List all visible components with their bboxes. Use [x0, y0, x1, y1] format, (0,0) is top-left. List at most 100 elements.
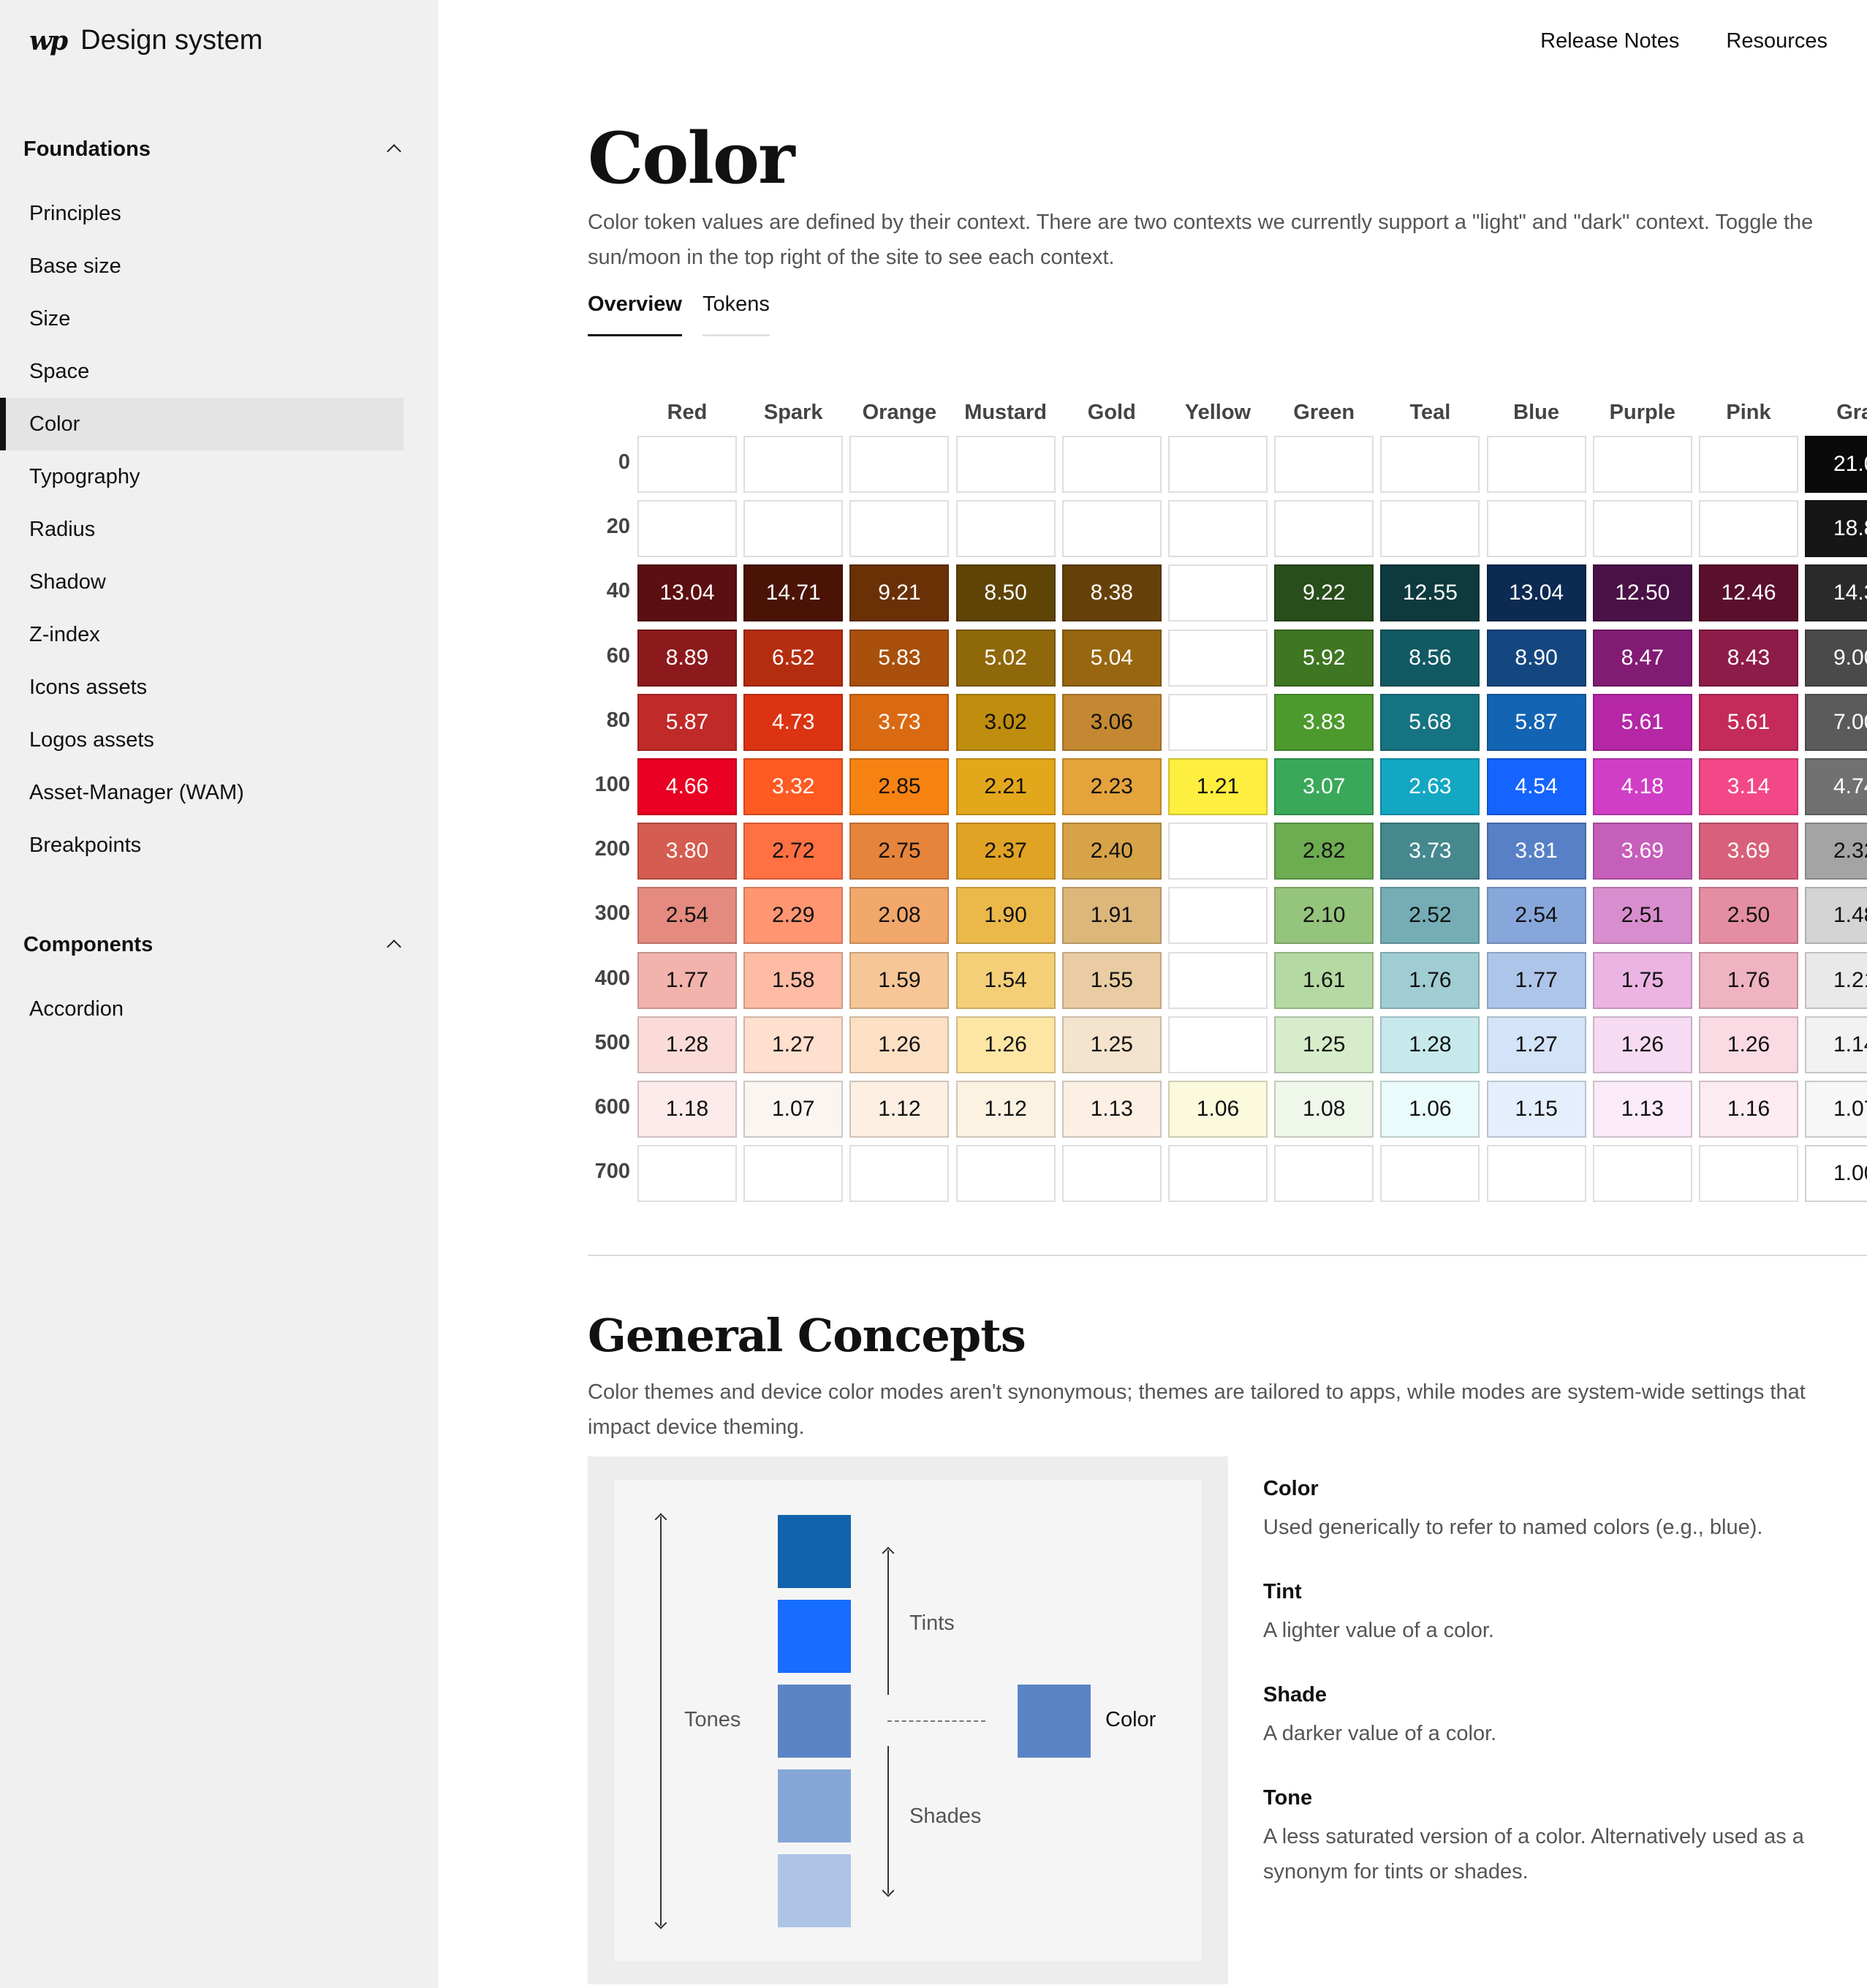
- color-swatch-gold-600[interactable]: 1.13: [1061, 1081, 1162, 1138]
- color-swatch-gold-0[interactable]: [1061, 436, 1162, 493]
- color-swatch-spark-80[interactable]: 4.73: [743, 693, 844, 751]
- color-swatch-red-80[interactable]: 5.87: [637, 693, 737, 751]
- color-swatch-orange-500[interactable]: 1.26: [849, 1016, 950, 1073]
- color-swatch-yellow-400[interactable]: [1168, 951, 1268, 1009]
- color-swatch-pink-20[interactable]: [1699, 500, 1798, 558]
- color-swatch-teal-600[interactable]: 1.06: [1380, 1081, 1480, 1138]
- color-swatch-gold-60[interactable]: 5.04: [1061, 629, 1162, 687]
- color-swatch-spark-40[interactable]: 14.71: [743, 564, 844, 622]
- color-swatch-yellow-80[interactable]: [1168, 693, 1268, 751]
- sidebar-item-typography[interactable]: Typography: [0, 450, 404, 503]
- color-swatch-purple-20[interactable]: [1592, 500, 1692, 558]
- color-swatch-green-20[interactable]: [1274, 500, 1374, 558]
- color-swatch-green-100[interactable]: 3.07: [1274, 758, 1374, 815]
- color-swatch-mustard-300[interactable]: 1.90: [955, 887, 1056, 945]
- color-swatch-yellow-40[interactable]: [1168, 564, 1268, 622]
- color-swatch-orange-60[interactable]: 5.83: [849, 629, 950, 687]
- color-swatch-yellow-600[interactable]: 1.06: [1168, 1081, 1268, 1138]
- color-swatch-red-500[interactable]: 1.28: [637, 1016, 737, 1073]
- color-swatch-blue-0[interactable]: [1486, 436, 1586, 493]
- sidebar-item-principles[interactable]: Principles: [0, 187, 404, 240]
- color-swatch-gray-700[interactable]: 1.00: [1805, 1145, 1867, 1203]
- color-swatch-pink-600[interactable]: 1.16: [1699, 1081, 1798, 1138]
- color-swatch-gray-400[interactable]: 1.21: [1805, 951, 1867, 1009]
- color-swatch-spark-200[interactable]: 2.72: [743, 823, 844, 880]
- color-swatch-gray-100[interactable]: 4.74: [1805, 758, 1867, 815]
- color-swatch-orange-300[interactable]: 2.08: [849, 887, 950, 945]
- color-swatch-purple-200[interactable]: 3.69: [1592, 823, 1692, 880]
- color-swatch-blue-600[interactable]: 1.15: [1486, 1081, 1586, 1138]
- color-swatch-green-400[interactable]: 1.61: [1274, 951, 1374, 1009]
- color-swatch-orange-40[interactable]: 9.21: [849, 564, 950, 622]
- sidebar-item-breakpoints[interactable]: Breakpoints: [0, 819, 404, 872]
- sidebar-item-asset-manager[interactable]: Asset-Manager (WAM): [0, 766, 404, 819]
- color-swatch-red-400[interactable]: 1.77: [637, 951, 737, 1009]
- color-swatch-yellow-300[interactable]: [1168, 887, 1268, 945]
- color-swatch-purple-40[interactable]: 12.50: [1592, 564, 1692, 622]
- color-swatch-purple-500[interactable]: 1.26: [1592, 1016, 1692, 1073]
- components-section-toggle[interactable]: Components: [23, 923, 404, 967]
- color-swatch-spark-0[interactable]: [743, 436, 844, 493]
- sidebar-item-icons-assets[interactable]: Icons assets: [0, 661, 404, 714]
- color-swatch-purple-300[interactable]: 2.51: [1592, 887, 1692, 945]
- color-swatch-pink-40[interactable]: 12.46: [1699, 564, 1798, 622]
- color-swatch-teal-60[interactable]: 8.56: [1380, 629, 1480, 687]
- color-swatch-spark-100[interactable]: 3.32: [743, 758, 844, 815]
- color-swatch-teal-80[interactable]: 5.68: [1380, 693, 1480, 751]
- color-swatch-gray-300[interactable]: 1.48: [1805, 887, 1867, 945]
- color-swatch-mustard-80[interactable]: 3.02: [955, 693, 1056, 751]
- color-swatch-red-100[interactable]: 4.66: [637, 758, 737, 815]
- color-swatch-purple-80[interactable]: 5.61: [1592, 693, 1692, 751]
- sidebar-item-radius[interactable]: Radius: [0, 503, 404, 556]
- color-swatch-orange-80[interactable]: 3.73: [849, 693, 950, 751]
- color-swatch-gold-700[interactable]: [1061, 1145, 1162, 1203]
- color-swatch-gold-300[interactable]: 1.91: [1061, 887, 1162, 945]
- color-swatch-red-600[interactable]: 1.18: [637, 1081, 737, 1138]
- color-swatch-teal-200[interactable]: 3.73: [1380, 823, 1480, 880]
- color-swatch-blue-60[interactable]: 8.90: [1486, 629, 1586, 687]
- color-swatch-purple-60[interactable]: 8.47: [1592, 629, 1692, 687]
- color-swatch-green-700[interactable]: [1274, 1145, 1374, 1203]
- color-swatch-gray-500[interactable]: 1.14: [1805, 1016, 1867, 1073]
- sidebar-item-logos-assets[interactable]: Logos assets: [0, 714, 404, 766]
- color-swatch-gold-80[interactable]: 3.06: [1061, 693, 1162, 751]
- color-swatch-orange-0[interactable]: [849, 436, 950, 493]
- color-swatch-yellow-200[interactable]: [1168, 823, 1268, 880]
- color-swatch-gold-100[interactable]: 2.23: [1061, 758, 1162, 815]
- color-swatch-blue-700[interactable]: [1486, 1145, 1586, 1203]
- color-swatch-purple-0[interactable]: [1592, 436, 1692, 493]
- color-swatch-green-500[interactable]: 1.25: [1274, 1016, 1374, 1073]
- color-swatch-gold-200[interactable]: 2.40: [1061, 823, 1162, 880]
- color-swatch-green-80[interactable]: 3.83: [1274, 693, 1374, 751]
- color-swatch-mustard-500[interactable]: 1.26: [955, 1016, 1056, 1073]
- sidebar-item-base-size[interactable]: Base size: [0, 240, 404, 292]
- color-swatch-spark-700[interactable]: [743, 1145, 844, 1203]
- color-swatch-green-40[interactable]: 9.22: [1274, 564, 1374, 622]
- sidebar-item-z-index[interactable]: Z-index: [0, 608, 404, 661]
- sidebar-item-size[interactable]: Size: [0, 292, 404, 345]
- color-swatch-teal-20[interactable]: [1380, 500, 1480, 558]
- color-swatch-orange-400[interactable]: 1.59: [849, 951, 950, 1009]
- color-swatch-pink-100[interactable]: 3.14: [1699, 758, 1798, 815]
- color-swatch-orange-100[interactable]: 2.85: [849, 758, 950, 815]
- sidebar-item-shadow[interactable]: Shadow: [0, 556, 404, 608]
- color-swatch-purple-700[interactable]: [1592, 1145, 1692, 1203]
- color-swatch-yellow-20[interactable]: [1168, 500, 1268, 558]
- color-swatch-pink-400[interactable]: 1.76: [1699, 951, 1798, 1009]
- color-swatch-gray-600[interactable]: 1.07: [1805, 1081, 1867, 1138]
- color-swatch-green-0[interactable]: [1274, 436, 1374, 493]
- color-swatch-gray-0[interactable]: 21.0: [1805, 436, 1867, 493]
- color-swatch-pink-500[interactable]: 1.26: [1699, 1016, 1798, 1073]
- color-swatch-mustard-20[interactable]: [955, 500, 1056, 558]
- color-swatch-blue-300[interactable]: 2.54: [1486, 887, 1586, 945]
- color-swatch-gold-500[interactable]: 1.25: [1061, 1016, 1162, 1073]
- sidebar-item-accordion[interactable]: Accordion: [0, 983, 404, 1035]
- color-swatch-red-200[interactable]: 3.80: [637, 823, 737, 880]
- color-swatch-teal-100[interactable]: 2.63: [1380, 758, 1480, 815]
- color-swatch-spark-500[interactable]: 1.27: [743, 1016, 844, 1073]
- color-swatch-blue-20[interactable]: [1486, 500, 1586, 558]
- color-swatch-pink-80[interactable]: 5.61: [1699, 693, 1798, 751]
- color-swatch-purple-400[interactable]: 1.75: [1592, 951, 1692, 1009]
- color-swatch-red-20[interactable]: [637, 500, 737, 558]
- color-swatch-mustard-200[interactable]: 2.37: [955, 823, 1056, 880]
